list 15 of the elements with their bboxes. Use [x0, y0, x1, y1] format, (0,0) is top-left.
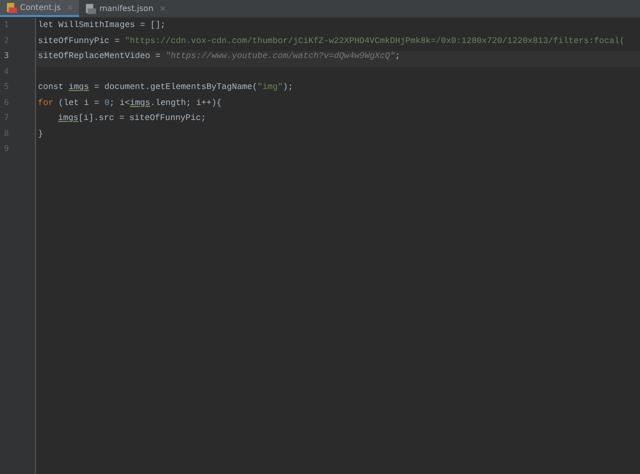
js-file-icon [6, 2, 17, 13]
code-line: imgs[i].src = siteOfFunnyPic; [58, 113, 206, 123]
line-number: 3 [3, 51, 10, 62]
code-line: let WillSmithImages = []; [38, 20, 166, 30]
code-line: } [38, 128, 44, 138]
code-line: siteOfReplaceMentVideo = "https://www.youtube.com/watch?v=dQw4w9WgXcQ"; [38, 51, 400, 61]
file-tab[interactable]: Content.js × [0, 0, 80, 17]
json-file-icon [85, 3, 96, 14]
tab-label: Content.js [20, 3, 61, 12]
code-line: const imgs = document.getElementsByTagName("img"); [38, 82, 294, 92]
close-button[interactable]: × [159, 4, 166, 13]
file-tab[interactable]: manifest.json × [79, 0, 172, 17]
code-line: siteOfFunnyPic = "https://cdn.vox-cdn.com/thumbor/jCiKfZ-w22XPHO4VCmkDHjPmk8k=/0x0:1280x720/1220x813/filters:focal( [38, 36, 625, 46]
tab-label: manifest.json [99, 4, 154, 13]
code-line: for (let i = 0; i<imgs.length; i++){ [38, 98, 222, 108]
